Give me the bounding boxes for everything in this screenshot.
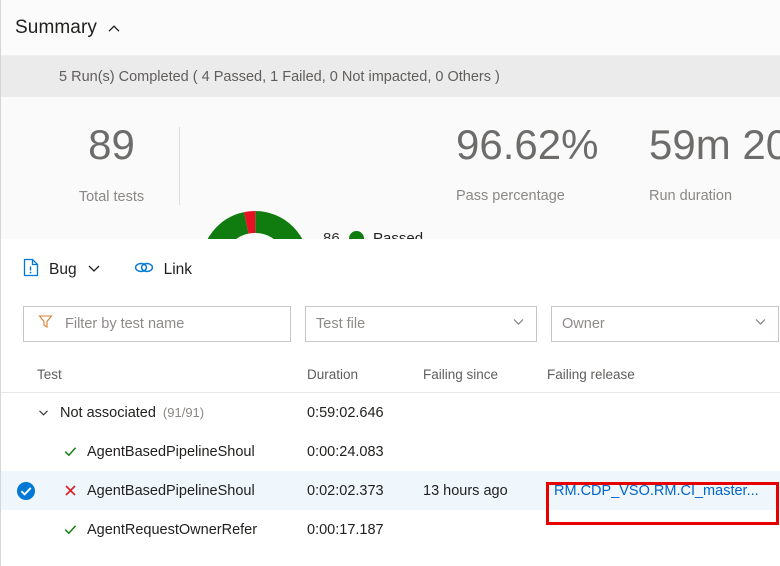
bug-button-label: Bug [49,261,77,278]
column-header-test[interactable]: Test [37,367,62,382]
run-duration-value: 59m 20 [649,121,780,168]
test-group-name: Not associated [60,404,156,421]
pass-percentage-value: 96.62% [456,121,599,168]
row-duration: 0:00:24.083 [307,443,384,460]
summary-section-header[interactable]: Summary [1,0,780,56]
chevron-down-icon[interactable] [511,314,526,334]
row-duration: 0:02:02.373 [307,482,384,499]
row-failing-since: 13 hours ago [423,482,508,499]
test-file-dropdown[interactable]: Test file [305,306,537,342]
column-header-failing-since[interactable]: Failing since [423,367,498,382]
link-button-label: Link [163,261,193,278]
chevron-down-icon[interactable] [37,406,50,419]
total-tests-value: 89 [88,121,135,168]
pass-percentage-label: Pass percentage [456,188,565,204]
bug-work-item-icon [23,258,40,282]
test-name-cell[interactable]: AgentBasedPipelineShoul [63,444,291,460]
pass-percentage-stat: 96.62% Pass percentage [456,121,598,204]
test-name: AgentRequestOwnerRefer [87,521,258,538]
search-input[interactable]: Filter by test name [23,306,291,342]
run-status-text: 5 Run(s) Completed ( 4 Passed, 1 Failed,… [59,68,500,85]
funnel-filter-icon [38,314,53,334]
run-duration-stat: 59m 20 Run duration [649,121,780,204]
table-row[interactable]: AgentRequestOwnerRefer 0:00:17.187 [1,510,780,549]
cross-failed-icon [63,483,78,498]
results-table-body: Not associated (91/91) 0:59:02.646 Agent… [1,393,780,566]
chain-link-icon [133,259,155,281]
search-input-placeholder: Filter by test name [65,316,185,332]
filter-bar: Filter by test name Test file Owner [1,301,780,355]
link-button[interactable]: Link [133,254,192,286]
summary-stats-band: 89 Total tests 86 Passed 3 Failed [1,97,780,319]
test-name-cell[interactable]: AgentBasedPipelineShoul [63,483,291,499]
test-results-summary-page: Summary 5 Run(s) Completed ( 4 Passed, 1… [0,0,780,566]
failing-release-link[interactable]: RM.CDP_VSO.RM.CI_master... [554,483,759,499]
owner-dropdown[interactable]: Owner [551,306,779,342]
column-header-duration[interactable]: Duration [307,367,358,382]
chevron-up-icon[interactable] [107,22,121,36]
bug-button[interactable]: Bug [23,254,101,286]
row-duration: 0:59:02.646 [307,404,384,421]
table-row[interactable]: AgentBasedPipelineShoul 0:00:24.083 [1,432,780,471]
run-status-strip: 5 Run(s) Completed ( 4 Passed, 1 Failed,… [1,56,780,97]
results-table-header: Test Duration Failing since Failing rele… [1,355,780,393]
vertical-divider [179,127,180,205]
test-group-cell[interactable]: Not associated (91/91) [37,405,291,421]
chevron-down-icon[interactable] [87,261,101,280]
test-name-cell[interactable]: AgentRequestOwnerRefer [63,522,291,538]
table-row[interactable]: Not associated (91/91) 0:59:02.646 [1,393,780,432]
total-tests-stat: 89 Total tests [49,121,174,205]
test-name: AgentBasedPipelineShoul [87,443,255,460]
check-passed-icon [63,444,78,459]
run-duration-label: Run duration [649,188,733,204]
column-header-failing-release[interactable]: Failing release [547,367,635,382]
test-group-count: (91/91) [162,405,205,420]
chevron-down-icon[interactable] [753,314,768,334]
check-passed-icon [63,522,78,537]
table-row[interactable]: AgentBasedPipelineShoul 0:02:02.373 13 h… [1,471,780,510]
test-file-value: Test file [316,316,366,332]
owner-value: Owner [562,316,605,332]
total-tests-label: Total tests [78,189,145,205]
row-duration: 0:00:17.187 [307,521,384,538]
results-toolbar: Bug Link [1,239,780,301]
page-title: Summary [15,16,97,38]
selected-check-circle-icon[interactable] [16,481,36,501]
test-name: AgentBasedPipelineShoul [87,482,255,499]
